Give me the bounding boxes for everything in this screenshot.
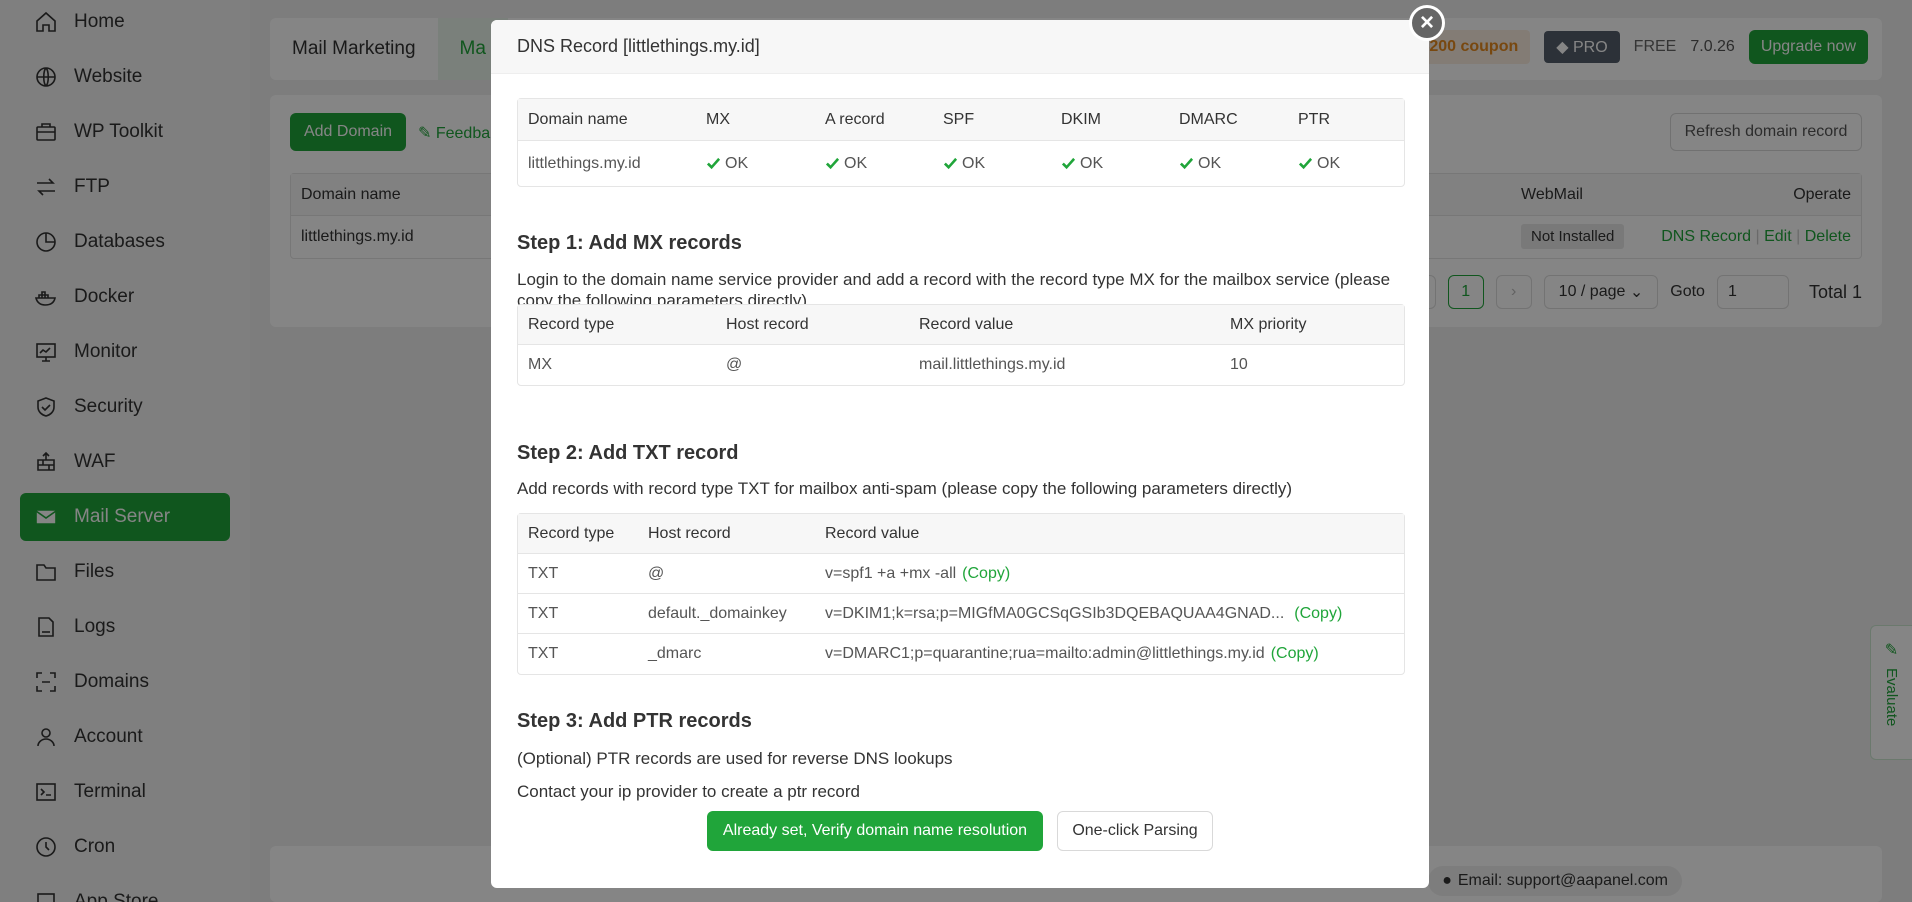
status-text: OK [1198,154,1222,172]
table-row: TXT _dmarc v=DMARC1;p=quarantine;rua=mai… [518,634,1404,674]
status-text: OK [962,154,986,172]
col-record-type: Record type [528,524,615,542]
dmarc-value: v=DMARC1;p=quarantine;rua=mailto:admin@l… [825,645,1265,662]
table-row: MX @ mail.littlethings.my.id 10 [518,345,1404,385]
one-click-parsing-button[interactable]: One-click Parsing [1057,811,1213,851]
col-ptr: PTR [1298,110,1330,128]
col-record-value: Record value [919,315,1014,333]
host-record-cell: default._domainkey [648,604,787,622]
record-type-cell: TXT [528,564,559,582]
table-header: Record type Host record Record value MX … [518,305,1404,345]
col-record-type: Record type [528,315,615,333]
col-spf: SPF [943,110,975,128]
mx-record-table: Record type Host record Record value MX … [517,304,1405,386]
modal-title: DNS Record [littlethings.my.id] [491,20,1429,74]
step3-line1: (Optional) PTR records are used for reve… [517,749,953,768]
col-a-record: A record [825,110,885,128]
check-icon [1179,157,1194,170]
col-mx: MX [706,110,730,128]
col-dkim: DKIM [1061,110,1101,128]
ptr-status: OK [1298,141,1340,186]
mx-status: OK [706,141,748,186]
table-header: Record type Host record Record value [518,514,1404,554]
spf-value: v=spf1 +a +mx -all [825,564,957,582]
check-icon [706,157,721,170]
mx-priority-cell: 10 [1230,356,1248,373]
col-record-value: Record value [825,524,920,542]
txt-record-table: Record type Host record Record value TXT… [517,513,1405,675]
status-text: OK [844,154,868,172]
dkim-value: v=DKIM1;k=rsa;p=MIGfMA0GCSqGSIb3DQEBAQUA… [825,604,1285,622]
host-record-cell: @ [726,356,743,373]
domain-cell: littlethings.my.id [528,154,641,172]
col-mx-priority: MX priority [1230,315,1307,333]
host-record-cell: _dmarc [648,645,702,662]
verify-domain-resolution-button[interactable]: Already set, Verify domain name resoluti… [707,811,1043,851]
step1-title: Step 1: Add MX records [517,232,742,254]
dkim-status: OK [1061,141,1103,186]
copy-spf-button[interactable]: (Copy) [962,565,1010,583]
status-text: OK [1317,154,1341,172]
col-domain-name: Domain name [528,110,628,128]
table-row: TXT @ v=spf1 +a +mx -all (Copy) [518,554,1404,594]
step3-line2: Contact your ip provider to create a ptr… [517,782,860,801]
check-icon [1061,157,1076,170]
dmarc-status: OK [1179,141,1221,186]
col-dmarc: DMARC [1179,110,1238,128]
status-text: OK [1080,154,1104,172]
host-record-cell: @ [648,564,665,582]
record-value-cell: v=DMARC1;p=quarantine;rua=mailto:admin@l… [825,634,1319,674]
dns-record-modal: DNS Record [littlethings.my.id] Domain n… [491,20,1429,888]
record-type-cell: TXT [528,645,559,662]
close-icon: × [1419,9,1434,36]
step3-title: Step 3: Add PTR records [517,710,752,732]
copy-dkim-button[interactable]: (Copy) [1294,605,1342,623]
table-row: littlethings.my.id OK OK OK OK OK OK [518,141,1404,186]
table-header: Domain name MX A record SPF DKIM DMARC P… [518,99,1404,141]
check-icon [943,157,958,170]
a-record-status: OK [825,141,867,186]
check-icon [825,157,840,170]
record-value-cell: v=DKIM1;k=rsa;p=MIGfMA0GCSqGSIb3DQEBAQUA… [825,594,1342,633]
status-text: OK [725,154,749,172]
col-host-record: Host record [648,524,731,542]
col-host-record: Host record [726,315,809,333]
spf-status: OK [943,141,985,186]
step2-title: Step 2: Add TXT record [517,442,739,464]
copy-dmarc-button[interactable]: (Copy) [1271,645,1319,663]
step2-description: Add records with record type TXT for mai… [517,479,1293,498]
record-value-cell: mail.littlethings.my.id [919,356,1066,373]
check-icon [1298,157,1313,170]
close-modal-button[interactable]: × [1409,5,1445,41]
record-value-cell: v=spf1 +a +mx -all (Copy) [825,554,1010,593]
record-type-cell: TXT [528,604,559,622]
table-row: TXT default._domainkey v=DKIM1;k=rsa;p=M… [518,594,1404,634]
dns-status-table: Domain name MX A record SPF DKIM DMARC P… [517,98,1405,187]
record-type-cell: MX [528,356,552,373]
